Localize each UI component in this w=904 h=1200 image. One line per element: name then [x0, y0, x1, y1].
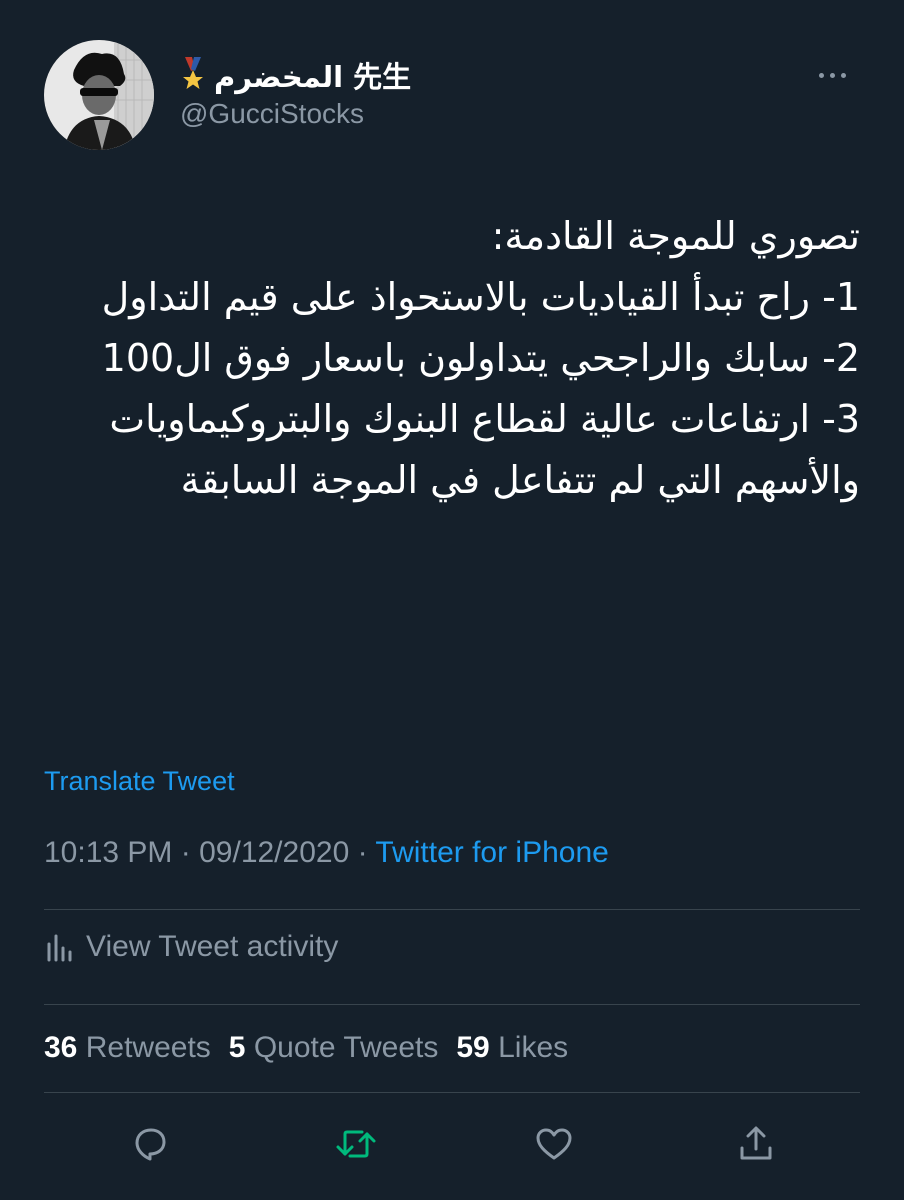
likes-stat[interactable]: 59 Likes: [456, 1031, 568, 1064]
divider: [44, 1092, 860, 1093]
like-icon: [536, 1128, 572, 1160]
share-button[interactable]: [730, 1118, 782, 1170]
user-handle[interactable]: @GucciStocks: [180, 98, 364, 130]
retweets-stat[interactable]: 36 Retweets: [44, 1031, 211, 1064]
translate-tweet-link[interactable]: Translate Tweet: [44, 766, 235, 797]
more-icon[interactable]: [812, 68, 852, 82]
view-tweet-activity-button[interactable]: View Tweet activity: [44, 930, 338, 964]
reply-icon: [135, 1128, 166, 1161]
tweet-stats: 36 Retweets 5 Quote Tweets 59 Likes: [44, 1031, 568, 1065]
retweet-icon: [336, 1130, 376, 1158]
divider: [44, 909, 860, 910]
reply-button[interactable]: [124, 1118, 176, 1170]
analytics-icon: [47, 934, 72, 962]
tweet-line: تصوري للموجة القادمة:: [491, 214, 860, 258]
divider: [44, 1004, 860, 1005]
tweet-date[interactable]: 09/12/2020: [199, 836, 349, 869]
avatar[interactable]: [44, 40, 154, 150]
share-icon: [740, 1126, 772, 1160]
activity-label: View Tweet activity: [86, 930, 339, 963]
tweet-text: تصوري للموجة القادمة: 1- راح تبدأ القياد…: [44, 206, 860, 511]
display-name-row[interactable]: المخضرم 先生: [180, 54, 411, 96]
quote-tweets-stat[interactable]: 5 Quote Tweets: [229, 1031, 439, 1064]
tweet-actions: [0, 1118, 904, 1174]
tweet-line: 3- ارتفاعات عالية لقطاع البنوك والبتروكي…: [109, 397, 860, 502]
tweet-line: 2- سابك والراجحي يتداولون باسعار فوق ال1…: [101, 336, 860, 380]
tweet-time[interactable]: 10:13 PM: [44, 836, 172, 869]
tweet-meta: 10:13 PM · 09/12/2020 · Twitter for iPho…: [44, 836, 609, 870]
meta-separator: ·: [180, 836, 191, 869]
medal-icon: [183, 57, 203, 89]
retweet-button[interactable]: [330, 1118, 382, 1170]
display-name: المخضرم 先生: [214, 60, 412, 94]
tweet-source-link[interactable]: Twitter for iPhone: [375, 836, 608, 869]
like-button[interactable]: [528, 1118, 580, 1170]
tweet-line: 1- راح تبدأ القياديات بالاستحواذ على قيم…: [101, 275, 860, 319]
meta-separator: ·: [357, 836, 368, 869]
tweet-header: المخضرم 先生 @GucciStocks: [44, 40, 860, 160]
